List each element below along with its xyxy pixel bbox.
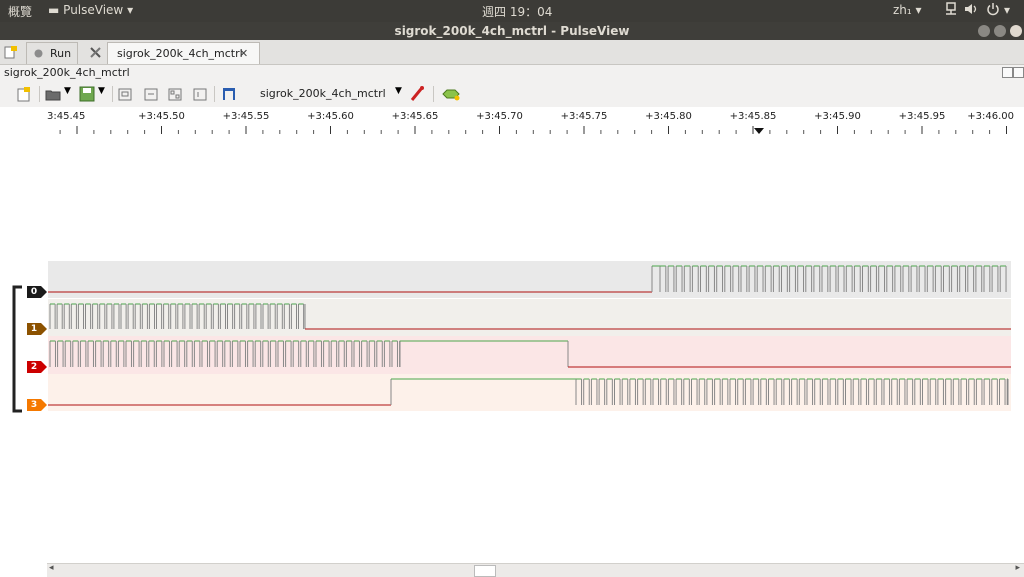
main-toolbar: ▼ ▼ sigrok_200k_4ch_mctrl ▼ [0, 81, 1024, 108]
horizontal-scrollbar[interactable]: ◂ ▸ [47, 563, 1024, 577]
input-method-label: zh₁ [893, 3, 912, 17]
cursor-icon[interactable] [221, 86, 239, 102]
chevron-down-icon: ▾ [127, 3, 134, 17]
network-icon[interactable] [944, 2, 958, 16]
decoder-add-icon[interactable] [441, 86, 461, 102]
tools-icon[interactable] [89, 46, 102, 59]
channel-group-bracket[interactable] [12, 285, 22, 413]
trace-canvas[interactable] [0, 135, 1024, 564]
float-window-button[interactable] [1002, 67, 1013, 78]
close-button[interactable] [1010, 25, 1022, 37]
ruler-tick-label: +3:45.75 [560, 111, 608, 122]
scroll-right-icon[interactable]: ▸ [1015, 563, 1020, 573]
zoom-fit-icon[interactable] [168, 86, 182, 102]
channel-3-label[interactable]: 3 [27, 399, 47, 411]
session-name: sigrok_200k_4ch_mctrl [4, 66, 130, 79]
device-selector-label[interactable]: sigrok_200k_4ch_mctrl [260, 87, 386, 100]
channel-label-text: 3 [30, 400, 38, 410]
session-tab-bar: Run sigrok_200k_4ch_mctrl ✕ [0, 40, 1024, 65]
channel-1-label[interactable]: 1 [27, 323, 47, 335]
chevron-down-icon[interactable]: ▼ [64, 86, 71, 102]
window-title: sigrok_200k_4ch_mctrl - PulseView [394, 24, 630, 38]
ruler-tick-label: +3:45.55 [222, 111, 270, 122]
zoom-original-icon[interactable] [193, 86, 207, 102]
open-file-icon[interactable] [45, 86, 61, 102]
close-icon[interactable]: ✕ [239, 47, 248, 60]
trace-view[interactable]: 0 1 2 3 [0, 135, 1024, 564]
channel-2-label[interactable]: 2 [27, 361, 47, 373]
time-ruler[interactable]: 3:45.45 +3:45.50 +3:45.55 +3:45.60 +3:45.65 +… [0, 107, 1024, 135]
probe-config-icon[interactable] [409, 86, 425, 102]
trigger-marker-icon[interactable] [754, 128, 764, 134]
ruler-tick-label: +3:45.65 [391, 111, 439, 122]
toolbar-separator [112, 86, 113, 102]
clock[interactable]: 週四 19：04 [482, 3, 552, 20]
ruler-tick-label: +3:45.50 [138, 111, 185, 122]
tab-run-label: Run [50, 47, 72, 60]
tab-session-label: sigrok_200k_4ch_mctrl [117, 47, 243, 60]
tab-run[interactable]: Run [26, 42, 78, 64]
scrollbar-thumb[interactable] [474, 565, 496, 577]
ruler-tick-label: +3:45.60 [307, 111, 354, 122]
ruler-tick-label: +3:45.95 [898, 111, 946, 122]
ruler-tick-label: +3:45.70 [476, 111, 523, 122]
channel-label-text: 0 [30, 287, 38, 297]
save-file-icon[interactable] [79, 86, 95, 102]
channel-label-text: 1 [30, 324, 38, 334]
ruler-tick-label: +3:45.90 [814, 111, 861, 122]
channel-0-label[interactable]: 0 [27, 286, 47, 298]
power-icon[interactable] [986, 2, 1000, 16]
close-session-button[interactable] [1013, 67, 1024, 78]
zoom-in-icon[interactable] [118, 86, 132, 102]
ruler-tick-label: +3:45.80 [645, 111, 692, 122]
ruler-tick-label: +3:46.00 [967, 111, 1014, 122]
system-top-bar: 概覽 ▬ PulseView ▾ 週四 19：04 zh₁ ▾ ▾ [0, 0, 1024, 22]
chevron-down-icon[interactable]: ▾ [1004, 3, 1010, 17]
run-indicator-icon [34, 49, 43, 58]
activities-button[interactable]: 概覽 [8, 3, 32, 20]
chevron-down-icon[interactable]: ▼ [98, 86, 105, 102]
window-title-bar[interactable]: sigrok_200k_4ch_mctrl - PulseView [0, 22, 1024, 40]
channel-label-text: 2 [30, 362, 38, 372]
chevron-down-icon: ▾ [915, 3, 922, 17]
toolbar-separator [39, 86, 40, 102]
volume-icon[interactable] [964, 2, 978, 16]
session-header: sigrok_200k_4ch_mctrl [0, 65, 1024, 81]
toolbar-separator [214, 86, 215, 102]
input-method-menu[interactable]: zh₁ ▾ [893, 3, 922, 17]
maximize-button[interactable] [994, 25, 1006, 37]
chevron-down-icon[interactable]: ▼ [395, 86, 402, 102]
minimize-button[interactable] [978, 25, 990, 37]
app-menu-icon: ▬ [48, 3, 60, 17]
app-menu[interactable]: ▬ PulseView ▾ [48, 3, 133, 17]
tab-session[interactable]: sigrok_200k_4ch_mctrl ✕ [107, 42, 260, 64]
app-menu-label: PulseView [63, 3, 124, 17]
ruler-tick-label: +3:45.85 [729, 111, 777, 122]
ruler-tick-label: 3:45.45 [47, 111, 86, 122]
new-session-icon[interactable] [4, 46, 17, 59]
scroll-left-icon[interactable]: ◂ [49, 563, 54, 573]
new-view-icon[interactable] [17, 86, 31, 102]
toolbar-separator [433, 86, 434, 102]
zoom-out-icon[interactable] [144, 86, 158, 102]
